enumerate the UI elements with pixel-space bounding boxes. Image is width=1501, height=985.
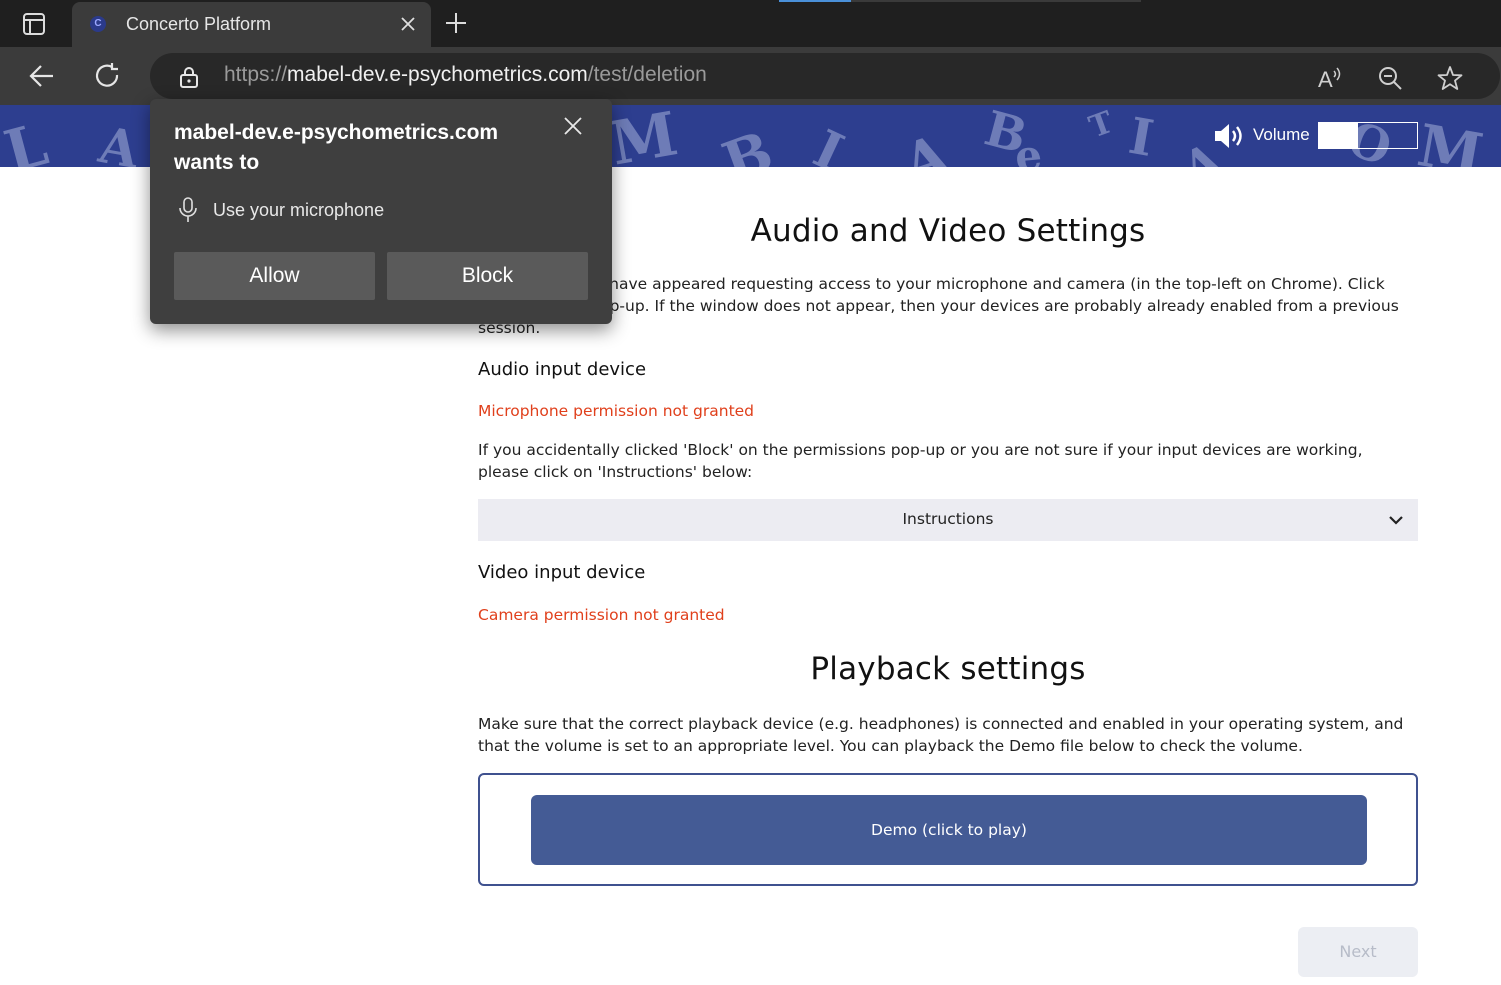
next-button[interactable]: Next [1298, 927, 1418, 977]
instructions-help-text: If you accidentally clicked 'Block' on t… [478, 441, 1363, 481]
zoom-out-icon[interactable] [1377, 65, 1403, 91]
svg-text:L: L [805, 118, 864, 167]
favorite-star-icon[interactable] [1437, 65, 1463, 91]
volume-slider[interactable] [1318, 122, 1418, 149]
browser-tab-bar: C Concerto Platform [0, 0, 1501, 47]
chevron-down-icon [1388, 512, 1404, 528]
reload-icon[interactable] [94, 62, 122, 90]
svg-text:I: I [1125, 106, 1158, 167]
permissions-intro-text: A pop-up should have appeared requesting… [478, 275, 1399, 337]
instructions-label: Instructions [902, 510, 994, 528]
lock-icon[interactable] [178, 66, 200, 88]
browser-toolbar: https://mabel-dev.e-psychometrics.com/te… [0, 47, 1501, 105]
audio-video-settings-title: Audio and Video Settings [750, 213, 1146, 249]
tab-strip-divider [851, 0, 1141, 2]
tab-title: Concerto Platform [126, 14, 272, 34]
video-input-heading: Video input device [478, 562, 646, 583]
back-arrow-icon[interactable] [28, 62, 56, 90]
tab-loading-indicator [779, 0, 851, 2]
permission-popup-title: mabel-dev.e-psychometrics.com wants to [174, 121, 499, 174]
svg-text:L: L [0, 110, 55, 167]
speaker-volume-icon[interactable] [1213, 122, 1247, 150]
svg-text:M: M [605, 105, 683, 167]
volume-slider-fill [1319, 123, 1359, 148]
close-tab-icon[interactable] [399, 15, 417, 33]
microphone-permission-popup: mabel-dev.e-psychometrics.com wants to U… [150, 99, 612, 324]
new-tab-icon[interactable] [444, 11, 468, 35]
microphone-permission-status: Microphone permission not granted [478, 402, 755, 420]
volume-label: Volume [1253, 125, 1310, 144]
svg-text:A: A [94, 115, 145, 167]
instructions-accordion[interactable]: Instructions [478, 499, 1418, 541]
url-text[interactable]: https://mabel-dev.e-psychometrics.com/te… [224, 63, 707, 87]
demo-player-box: Demo (click to play) [478, 773, 1418, 886]
svg-text:A: A [1318, 67, 1333, 91]
svg-text:A: A [894, 121, 958, 167]
allow-button[interactable]: Allow [174, 252, 375, 300]
svg-text:e: e [1013, 130, 1044, 167]
svg-text:T: T [1085, 105, 1119, 145]
read-aloud-icon[interactable]: A [1317, 65, 1343, 92]
close-icon[interactable] [562, 115, 584, 137]
playback-help-text: Make sure that the correct playback devi… [478, 715, 1404, 755]
microphone-icon [178, 197, 198, 223]
tab-actions-icon[interactable] [20, 11, 50, 37]
url-host: mabel-dev.e-psychometrics.com [287, 63, 588, 86]
browser-tab[interactable]: C Concerto Platform [72, 2, 431, 47]
demo-play-button[interactable]: Demo (click to play) [531, 795, 1367, 865]
site-favicon-icon: C [90, 16, 106, 32]
address-bar[interactable]: https://mabel-dev.e-psychometrics.com/te… [150, 53, 1500, 99]
audio-input-heading: Audio input device [478, 359, 647, 380]
permission-request-text: Use your microphone [213, 200, 385, 220]
url-path: /test/deletion [587, 63, 707, 86]
block-button[interactable]: Block [387, 252, 588, 300]
camera-permission-status: Camera permission not granted [478, 606, 725, 624]
url-scheme: https:// [224, 63, 288, 86]
playback-settings-title: Playback settings [810, 651, 1086, 687]
svg-text:B: B [714, 118, 781, 167]
svg-text:M: M [1413, 111, 1488, 167]
